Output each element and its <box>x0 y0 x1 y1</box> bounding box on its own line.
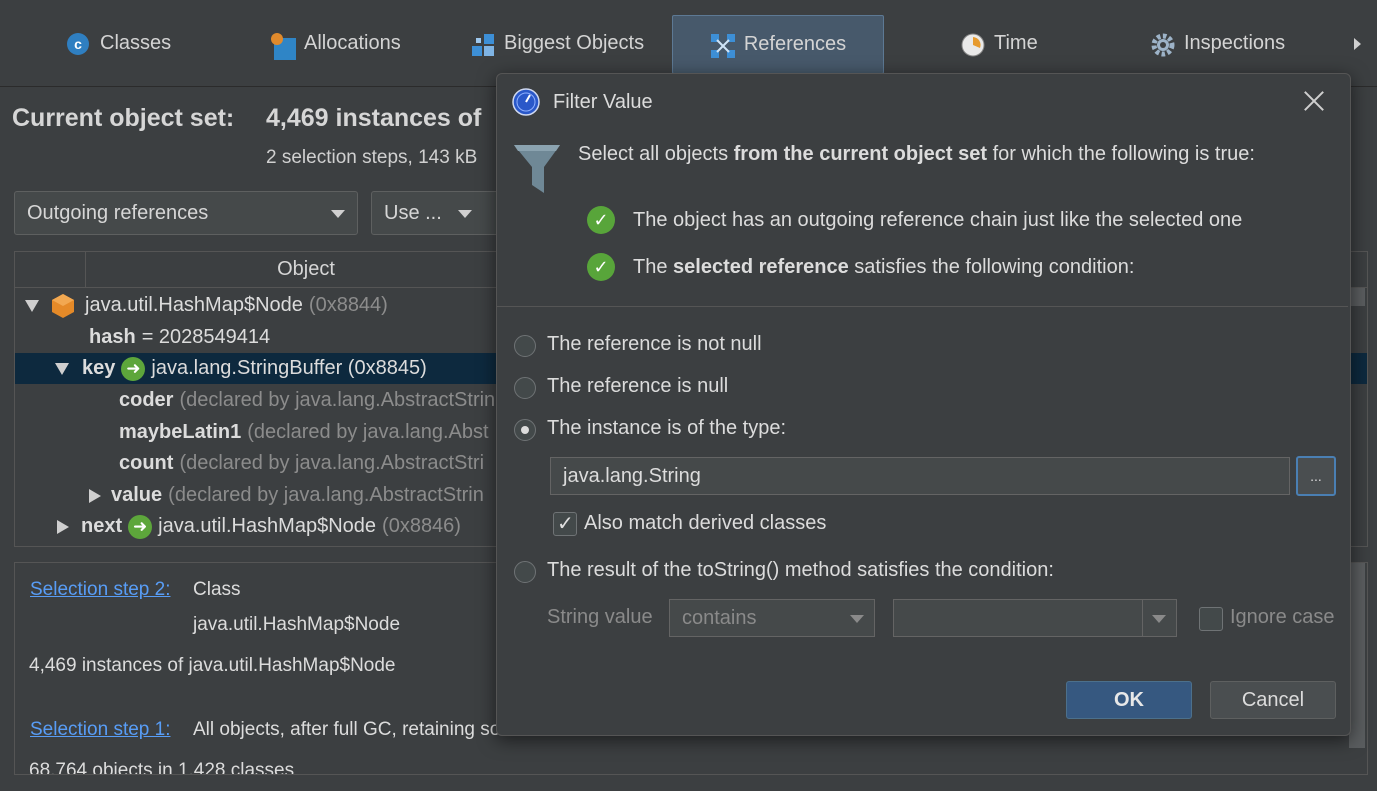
checkmark-icon: ✓ <box>587 206 615 234</box>
tab-inspections[interactable]: Inspections <box>1150 15 1285 72</box>
field-value: java.util.HashMap$Node <box>158 515 377 537</box>
ignore-case-label[interactable]: Ignore case <box>1230 606 1335 629</box>
string-value-combo[interactable] <box>893 599 1177 637</box>
tab-allocations[interactable]: Allocations <box>270 15 401 72</box>
gear-icon <box>1150 32 1175 56</box>
tab-biggest-objects[interactable]: Biggest Objects <box>470 15 644 72</box>
biggest-objects-icon <box>470 32 494 56</box>
radio-not-null[interactable] <box>514 335 536 357</box>
object-set-subtitle: 2 selection steps, 143 kB <box>266 147 478 168</box>
expand-down-icon[interactable] <box>55 362 69 375</box>
filter-funnel-icon <box>514 145 560 193</box>
ignore-case-checkbox[interactable] <box>1199 607 1223 631</box>
chevron-down-icon <box>458 210 472 218</box>
time-icon <box>960 32 985 56</box>
selection-step-2-summary: 4,469 instances of java.util.HashMap$Nod… <box>29 655 396 676</box>
object-set-title: Current object set: <box>12 104 235 132</box>
expand-down-icon[interactable] <box>25 299 39 312</box>
svg-text:c: c <box>74 36 82 52</box>
derived-classes-checkbox[interactable] <box>553 511 577 536</box>
type-input-value: java.lang.String <box>563 464 701 487</box>
chevron-down-icon <box>1152 615 1166 623</box>
arrow-right-icon: ➜ <box>128 514 153 539</box>
tab-label: References <box>743 33 847 55</box>
radio-is-null-label[interactable]: The reference is null <box>547 375 728 398</box>
derived-classes-label[interactable]: Also match derived classes <box>584 512 826 535</box>
radio-not-null-label[interactable]: The reference is not null <box>547 333 762 356</box>
selection-step-1-desc: All objects, after full GC, retaining so… <box>193 719 511 740</box>
checkmark-icon: ✓ <box>587 253 615 281</box>
tab-label: Classes <box>100 32 172 54</box>
classes-icon: c <box>66 32 90 56</box>
selection-step-1-link[interactable]: Selection step 1: <box>30 719 170 740</box>
selection-step-2-kind: Class <box>193 579 241 600</box>
field-name: maybeLatin1 <box>119 421 242 443</box>
field-value: = 2028549414 <box>141 326 271 348</box>
profiler-app-icon <box>512 88 540 116</box>
close-icon[interactable] <box>1303 90 1325 112</box>
reference-mode-value: Outgoing references <box>27 201 209 224</box>
tab-label: Inspections <box>1184 32 1286 54</box>
field-declared: (declared by java.lang.AbstractStri <box>179 452 485 474</box>
browse-type-button[interactable]: ... <box>1296 456 1336 496</box>
reference-mode-select[interactable]: Outgoing references <box>14 191 358 235</box>
tree-row-address: (0x8844) <box>308 294 388 316</box>
filter-intro: Select all objects from the current obje… <box>578 143 1255 165</box>
radio-is-null[interactable] <box>514 377 536 399</box>
field-value: java.lang.StringBuffer (0x8845) <box>151 357 427 379</box>
selection-step-2-class: java.util.HashMap$Node <box>193 614 401 635</box>
field-name: next <box>81 515 123 537</box>
condition-text: The selected reference satisfies the fol… <box>633 255 1135 278</box>
selection-step-2-link[interactable]: Selection step 2: <box>30 579 170 600</box>
field-declared: (declared by java.lang.Abst <box>247 421 489 443</box>
arrow-right-icon: ➜ <box>121 356 146 381</box>
condition-selected-reference: ✓ The selected reference satisfies the f… <box>587 253 1134 281</box>
tab-label: Time <box>994 32 1038 54</box>
tab-label: Biggest Objects <box>504 32 645 54</box>
string-value-label: String value <box>547 606 653 628</box>
tree-scrollbar[interactable] <box>1349 288 1365 306</box>
field-name: count <box>119 452 174 474</box>
condition-text: The object has an outgoing reference cha… <box>633 208 1243 231</box>
tab-references[interactable]: References <box>672 15 884 74</box>
expand-right-icon[interactable] <box>89 488 101 503</box>
radio-to-string-label[interactable]: The result of the toString() method sati… <box>547 559 1054 582</box>
use-button-label: Use ... <box>384 201 442 224</box>
tree-row-text: java.util.HashMap$Node <box>85 294 303 316</box>
tab-label: Allocations <box>304 32 401 54</box>
column-header-object[interactable]: Object <box>85 252 526 287</box>
field-name: coder <box>119 389 174 411</box>
ok-button[interactable]: OK <box>1066 681 1192 719</box>
instance-icon <box>52 293 74 318</box>
type-input[interactable]: java.lang.String <box>550 457 1290 495</box>
steps-scrollbar[interactable] <box>1349 563 1365 748</box>
use-button[interactable]: Use ... <box>371 191 501 235</box>
references-icon <box>710 33 735 58</box>
field-declared: (declared by java.lang.AbstractStrin <box>168 484 484 506</box>
operator-value: contains <box>682 606 757 629</box>
divider <box>497 306 1348 307</box>
tab-classes[interactable]: c Classes <box>66 15 171 72</box>
dialog-title: Filter Value <box>553 91 653 113</box>
field-name: hash <box>89 326 136 348</box>
allocations-icon <box>270 32 296 60</box>
object-set-value: 4,469 instances of <box>266 104 482 132</box>
field-declared: (declared by java.lang.AbstractStrin <box>179 389 496 411</box>
tab-time[interactable]: Time <box>960 15 1038 72</box>
radio-of-type-label[interactable]: The instance is of the type: <box>547 417 786 440</box>
cancel-button[interactable]: Cancel <box>1210 681 1336 719</box>
tree-row-address: (0x8846) <box>382 515 461 537</box>
field-name: value <box>111 484 163 506</box>
chevron-down-icon <box>331 210 345 218</box>
expand-right-icon[interactable] <box>57 519 69 534</box>
operator-select[interactable]: contains <box>669 599 875 637</box>
radio-of-type[interactable] <box>514 419 536 441</box>
chevron-down-icon <box>850 615 864 623</box>
condition-outgoing-chain: ✓ The object has an outgoing reference c… <box>587 206 1242 234</box>
selection-step-1-summary: 68,764 objects in 1,428 classes <box>29 760 295 775</box>
radio-to-string[interactable] <box>514 561 536 583</box>
filter-value-dialog: Filter Value Select all objects from the… <box>496 73 1351 736</box>
chevron-right-icon[interactable] <box>1354 38 1361 50</box>
field-name: key <box>82 357 116 379</box>
